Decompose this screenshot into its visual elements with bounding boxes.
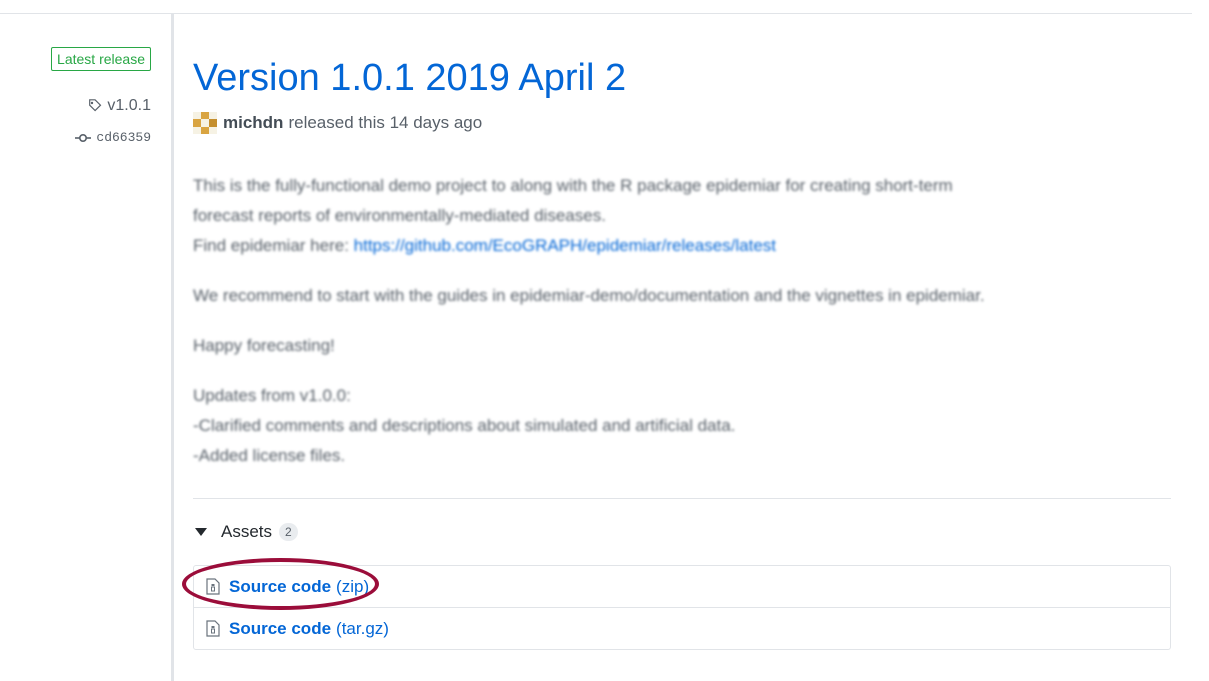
notes-paragraph: This is the fully-functional demo projec… bbox=[193, 171, 1171, 261]
commit-link[interactable]: cd66359 bbox=[75, 130, 151, 145]
asset-source-zip[interactable]: Source code (zip) bbox=[194, 566, 1170, 607]
asset-source-targz[interactable]: Source code (tar.gz) bbox=[194, 607, 1170, 649]
latest-release-badge: Latest release bbox=[51, 47, 151, 71]
asset-ext: (tar.gz) bbox=[336, 618, 389, 638]
release-byline: michdn released this 14 days ago bbox=[193, 112, 482, 134]
caret-down-icon bbox=[195, 528, 207, 536]
notes-line: -Clarified comments and descriptions abo… bbox=[193, 416, 736, 435]
assets-toggle[interactable]: Assets 2 bbox=[193, 522, 298, 542]
timeline-bar bbox=[171, 14, 174, 681]
release-sidebar: Latest release v1.0.1 cd66359 bbox=[0, 14, 172, 681]
asset-list: Source code (zip) Source code (tar.gz) bbox=[193, 565, 1171, 650]
notes-line: forecast reports of environmentally-medi… bbox=[193, 206, 606, 225]
notes-paragraph: Updates from v1.0.0: -Clarified comments… bbox=[193, 381, 1171, 471]
tag-icon bbox=[89, 99, 102, 112]
asset-name: Source code bbox=[229, 618, 332, 638]
commit-sha: cd66359 bbox=[96, 130, 151, 145]
asset-name: Source code bbox=[229, 576, 332, 596]
notes-line: Find epidemiar here: https://github.com/… bbox=[193, 231, 1171, 261]
top-divider bbox=[0, 13, 1192, 14]
assets-divider bbox=[193, 498, 1171, 499]
avatar[interactable] bbox=[193, 112, 217, 134]
notes-link-prefix: Find epidemiar here: bbox=[193, 236, 354, 255]
notes-paragraph: Happy forecasting! bbox=[193, 336, 335, 355]
notes-line: -Added license files. bbox=[193, 446, 346, 465]
notes-line: Updates from v1.0.0: bbox=[193, 386, 351, 405]
epidemiar-link[interactable]: https://github.com/EcoGRAPH/epidemiar/re… bbox=[354, 236, 776, 255]
release-tag-link[interactable]: v1.0.1 bbox=[87, 97, 151, 115]
release-notes: This is the fully-functional demo projec… bbox=[193, 171, 1171, 491]
notes-line: This is the fully-functional demo projec… bbox=[193, 176, 953, 195]
release-title[interactable]: Version 1.0.1 2019 April 2 bbox=[193, 56, 626, 100]
notes-paragraph: We recommend to start with the guides in… bbox=[193, 286, 985, 305]
tag-label: v1.0.1 bbox=[107, 97, 151, 114]
author-link[interactable]: michdn bbox=[223, 113, 283, 133]
asset-ext: (zip) bbox=[336, 576, 370, 596]
assets-label: Assets bbox=[221, 522, 273, 541]
released-text: released this 14 days ago bbox=[288, 113, 483, 132]
commit-icon bbox=[75, 133, 92, 142]
file-zip-icon bbox=[206, 578, 220, 595]
assets-count-badge: 2 bbox=[279, 523, 298, 541]
file-zip-icon bbox=[206, 620, 220, 637]
